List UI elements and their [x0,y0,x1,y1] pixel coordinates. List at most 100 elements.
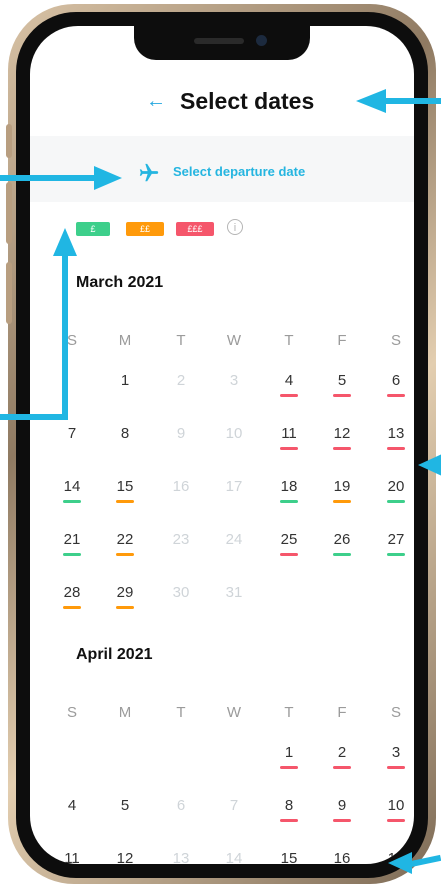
annotation-arrow [53,228,77,256]
calendar-day[interactable]: 29 [110,584,140,609]
weekday-label: T [176,704,186,721]
price-indicator [387,766,405,769]
calendar-day[interactable]: 27 [381,531,411,556]
calendar-day[interactable]: 1 [274,744,304,769]
calendar-day[interactable]: 22 [110,531,140,556]
calendar-day[interactable]: 28 [57,584,87,609]
calendar-day[interactable]: 13 [381,425,411,450]
price-indicator [116,606,134,609]
calendar-day[interactable]: 21 [57,531,87,556]
annotation-arrow [385,98,441,104]
calendar-day[interactable]: 8 [110,425,140,442]
weekday-label: F [337,332,347,349]
calendar-day[interactable]: 10 [381,797,411,822]
price-indicator [387,819,405,822]
plane-icon [139,163,159,182]
calendar-day[interactable]: 14 [57,478,87,503]
price-legend-mid: ££ [126,222,164,236]
calendar-day: 17 [225,478,243,495]
weekday-label: S [390,704,401,721]
weekday-label: M [118,704,132,721]
calendar-day[interactable]: 5 [110,797,140,814]
price-indicator [387,394,405,397]
calendar-day[interactable]: 11 [274,425,304,450]
weekday-label: F [337,704,347,721]
price-indicator [333,447,351,450]
calendar-day[interactable]: 15 [110,478,140,503]
weekday-label: M [118,332,132,349]
price-indicator [333,394,351,397]
calendar-day[interactable]: 16 [327,850,357,864]
annotation-arrow [62,252,68,420]
price-indicator [280,394,298,397]
calendar-day[interactable]: 3 [381,744,411,769]
calendar-day: 24 [225,531,243,548]
calendar-day: 9 [176,425,186,442]
speaker [194,38,244,44]
calendar-day: 10 [225,425,243,442]
price-indicator [280,447,298,450]
calendar-day[interactable]: 15 [274,850,304,864]
calendar-day: 6 [176,797,186,814]
calendar-day: 30 [172,584,190,601]
calendar-day: 16 [172,478,190,495]
price-indicator [280,819,298,822]
annotation-arrow [94,166,122,190]
side-button [6,262,12,324]
page-title: Select dates [180,88,315,114]
calendar-day[interactable]: 11 [57,850,87,864]
calendar-day[interactable]: 2 [327,744,357,769]
calendar-day[interactable]: 7 [57,425,87,442]
calendar-day[interactable]: 18 [274,478,304,503]
annotation-arrow [0,414,68,420]
calendar-day[interactable]: 19 [327,478,357,503]
price-indicator [280,500,298,503]
price-indicator [116,553,134,556]
weekday-label: T [284,704,294,721]
weekday-label: W [226,332,242,349]
price-indicator [387,553,405,556]
calendar-day[interactable]: 1 [110,372,140,389]
calendar-day: 14 [225,850,243,864]
calendar-day[interactable]: 20 [381,478,411,503]
price-legend-low: £ [76,222,110,236]
calendar-day: 2 [176,372,186,389]
price-legend-high: £££ [176,222,214,236]
weekday-label: T [284,332,294,349]
arrow-left-icon[interactable]: ← [146,90,166,113]
calendar-day[interactable]: 12 [110,850,140,864]
calendar-day[interactable]: 12 [327,425,357,450]
month-title: April 2021 [76,646,153,663]
calendar-day[interactable]: 6 [381,372,411,397]
price-indicator [387,500,405,503]
camera [256,35,267,46]
weekday-label: S [390,332,401,349]
calendar-day[interactable]: 26 [327,531,357,556]
calendar-day: 23 [172,531,190,548]
calendar-day: 7 [229,797,239,814]
calendar-day: 31 [225,584,243,601]
price-indicator [63,553,81,556]
calendar-day[interactable]: 25 [274,531,304,556]
app-screen: ← Select dates Select departure date £ £… [30,26,414,864]
weekday-label: T [176,332,186,349]
info-icon[interactable]: i [227,219,243,235]
price-indicator [333,553,351,556]
calendar-day[interactable]: 5 [327,372,357,397]
price-indicator [333,819,351,822]
price-indicator [333,500,351,503]
price-indicator [333,766,351,769]
calendar-day[interactable]: 8 [274,797,304,822]
price-indicator [387,447,405,450]
weekday-label: S [66,704,77,721]
price-indicator [116,500,134,503]
calendar-day[interactable]: 4 [57,797,87,814]
price-indicator [63,500,81,503]
weekday-label: W [226,704,242,721]
departure-label: Select departure date [173,164,306,179]
calendar-day[interactable]: 4 [274,372,304,397]
calendar-day: 13 [172,850,190,864]
annotation-arrow [356,89,386,113]
calendar-day[interactable]: 9 [327,797,357,822]
price-indicator [280,766,298,769]
